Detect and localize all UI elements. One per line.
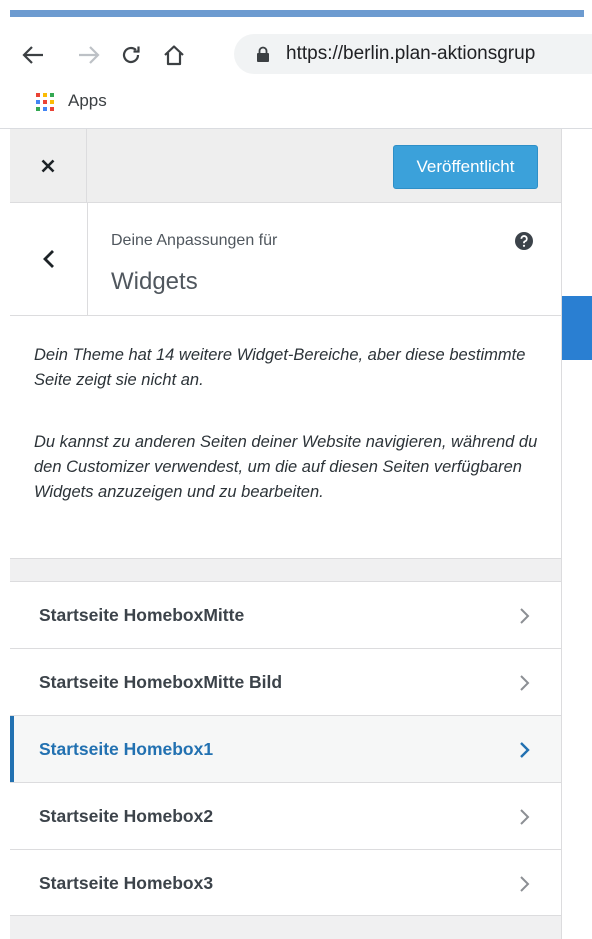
home-icon [164, 45, 184, 66]
description-paragraph: Dein Theme hat 14 weitere Widget-Bereich… [34, 346, 526, 389]
section-kicker: Deine Anpassungen für [111, 232, 278, 249]
widget-area-label: Startseite Homebox1 [39, 739, 214, 759]
site-preview-element[interactable] [562, 296, 592, 360]
reload-icon [122, 46, 140, 64]
help-icon[interactable] [515, 232, 533, 250]
chevron-right-icon [520, 876, 530, 892]
widget-area-label: Startseite HomeboxMitte Bild [39, 672, 283, 692]
section-title: Widgets [111, 268, 198, 295]
widget-area-item[interactable]: Startseite Homebox3 [10, 849, 561, 916]
browser-home-button[interactable] [157, 38, 191, 72]
chevron-left-icon [42, 250, 54, 268]
widget-area-item[interactable]: Startseite Homebox2 [10, 782, 561, 849]
browser-back-button[interactable] [16, 38, 50, 72]
lock-icon [257, 46, 269, 62]
widget-area-list: Startseite HomeboxMitte Startseite Homeb… [10, 581, 561, 916]
widget-area-item[interactable]: Startseite HomeboxMitte [10, 581, 561, 648]
widget-area-label: Startseite Homebox3 [39, 873, 214, 893]
description-paragraph: Du kannst zu anderen Seiten deiner Websi… [34, 433, 538, 501]
apps-grid-icon[interactable] [36, 93, 54, 111]
browser-toolbar: https://berlin.plan-aktionsgrup [0, 24, 592, 84]
customizer-header: Veröffentlicht [10, 129, 561, 203]
section-back-button[interactable] [10, 203, 88, 315]
close-customizer-button[interactable] [10, 129, 87, 202]
browser-tab-strip [0, 0, 592, 17]
back-arrow-icon [22, 46, 43, 64]
browser-forward-button[interactable] [72, 38, 106, 72]
bookmarks-bar: Apps [0, 84, 592, 122]
widget-area-label: Startseite HomeboxMitte [39, 605, 245, 625]
widget-area-item-active[interactable]: Startseite Homebox1 [10, 715, 561, 782]
widget-area-item[interactable]: Startseite HomeboxMitte Bild [10, 648, 561, 715]
chevron-right-icon [520, 608, 530, 624]
forward-arrow-icon [79, 46, 100, 64]
publish-button[interactable]: Veröffentlicht [393, 145, 538, 189]
widget-area-label: Startseite Homebox2 [39, 806, 214, 826]
url-text: https://berlin.plan-aktionsgrup [286, 43, 536, 64]
apps-bookmark-label[interactable]: Apps [68, 91, 107, 111]
chevron-right-icon [520, 742, 530, 758]
customizer-panel: Veröffentlicht Deine Anpassungen für Wid… [10, 129, 562, 939]
widgets-description: Dein Theme hat 14 weitere Widget-Bereich… [10, 316, 561, 559]
address-bar[interactable]: https://berlin.plan-aktionsgrup [234, 34, 592, 74]
close-icon [41, 159, 55, 172]
section-header: Deine Anpassungen für Widgets [10, 203, 561, 316]
chevron-right-icon [520, 809, 530, 825]
browser-reload-button[interactable] [114, 38, 148, 72]
chevron-right-icon [520, 675, 530, 691]
